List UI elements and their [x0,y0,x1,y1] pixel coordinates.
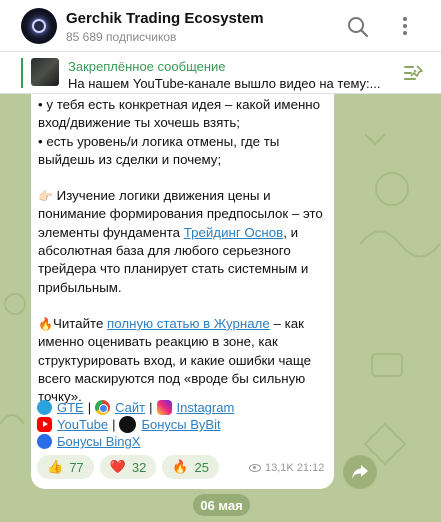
message-paragraph-3: 🔥Читайте полную статью в Журнале – как и… [38,315,328,406]
fire-icon: 🔥 [172,459,189,474]
channel-title[interactable]: Gerchik Trading Ecosystem [66,10,264,27]
full-article-link[interactable]: полную статью в Журнале [107,316,270,331]
reaction-count: 77 [69,459,84,475]
message-text: • у тебя есть конкретная идея – какой им… [38,96,328,424]
message-line-2: • есть уровень/и логика отмены, где ты в… [38,133,280,167]
message-line-1: • у тебя есть конкретная идея – какой им… [38,97,321,131]
telegram-icon [37,400,52,415]
instagram-icon [156,400,172,415]
pinned-list-icon[interactable] [402,64,424,82]
separator: | [87,400,92,415]
reaction-thumbs-up[interactable]: 👍 77 [37,455,94,479]
chrome-icon [95,400,111,415]
links-row-1: GTE | Сайт | Instagram [37,399,327,416]
reaction-heart[interactable]: ❤️ 32 [99,455,157,479]
site-link[interactable]: Сайт [115,399,145,416]
pointing-hand-emoji: 👉🏻 [38,189,53,204]
pinned-label: Закреплённое сообщение [68,59,226,74]
subscriber-count: 85 689 подписчиков [66,30,177,44]
date-separator: 06 мая [193,494,250,516]
paragraph-3-text-a: Читайте [52,315,108,331]
channel-logo [32,19,46,33]
more-vertical-icon[interactable] [400,16,410,36]
pinned-message-bar[interactable]: Закреплённое сообщение На нашем YouTube-… [0,52,441,94]
reaction-fire[interactable]: 🔥 25 [162,455,219,479]
views-eye-icon [249,464,261,472]
bybit-icon [119,416,137,433]
gte-link[interactable]: GTE [57,399,84,416]
message-meta: 13,1K 21:12 [249,462,324,474]
instagram-link[interactable]: Instagram [177,399,235,416]
message-bubble: • у тебя есть конкретная идея – какой им… [31,94,334,489]
search-icon[interactable] [347,16,369,38]
share-arrow-icon [352,465,368,479]
message-paragraph-2: 👉🏻 Изучение логики движения цены и поним… [38,187,328,297]
youtube-link[interactable]: YouTube [57,416,108,433]
links-row-2: YouTube | Бонусы ByBit [37,416,327,433]
share-button[interactable] [343,455,377,489]
pinned-accent-bar [21,58,23,88]
thumbs-up-icon: 👍 [47,459,64,474]
bingx-icon [37,434,52,449]
pinned-thumbnail [31,58,59,86]
separator: | [112,417,116,432]
pinned-text: На нашем YouTube-канале вышло видео на т… [68,76,381,91]
message-time: 21:12 [296,462,325,474]
bingx-link[interactable]: Бонусы BingX [57,433,140,450]
heart-icon: ❤️ [109,459,126,474]
separator: | [149,400,153,415]
bybit-link[interactable]: Бонусы ByBit [141,416,220,433]
view-count: 13,1K [265,462,294,474]
reaction-count: 25 [194,459,209,475]
social-links: GTE | Сайт | Instagram YouTube | Бонусы … [37,399,327,450]
fire-emoji: 🔥 [38,316,53,331]
youtube-icon [37,417,52,432]
trading-basics-link[interactable]: Трейдинг Основ [184,225,283,240]
reaction-count: 32 [131,459,147,475]
reactions-bar: 👍 77 ❤️ 32 🔥 25 [37,455,219,479]
links-row-3: Бонусы BingX [37,433,327,450]
chat-header: Gerchik Trading Ecosystem 85 689 подписч… [0,0,441,52]
channel-avatar[interactable] [21,8,57,44]
